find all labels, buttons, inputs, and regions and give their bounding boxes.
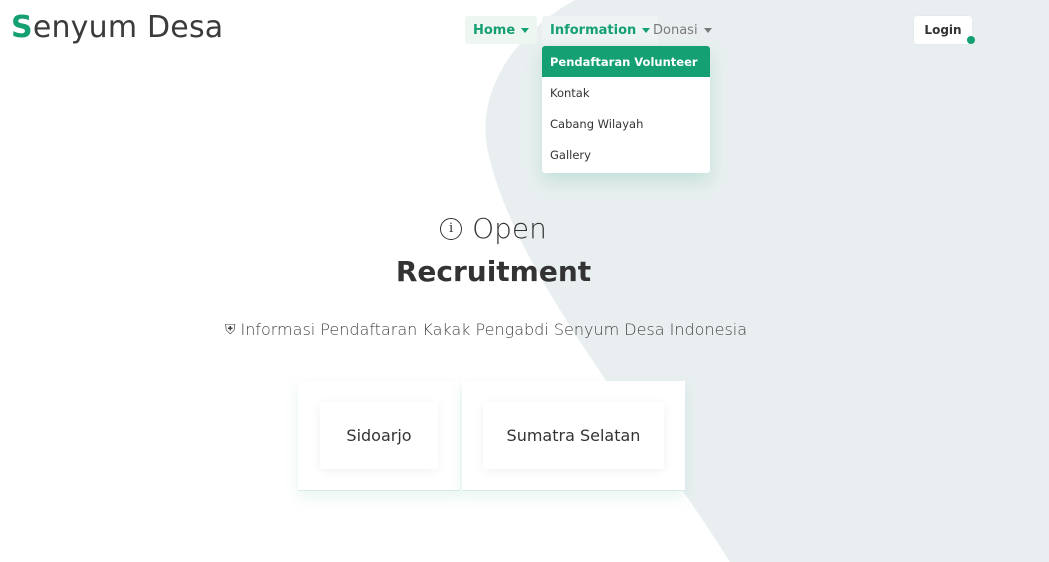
hero-subtitle-text: Informasi Pendaftaran Kakak Pengabdi Sen…	[240, 320, 748, 339]
brand-logo[interactable]: Senyum Desa	[11, 10, 223, 45]
status-dot	[967, 36, 975, 44]
region-button-sumatra-selatan[interactable]: Sumatra Selatan	[483, 402, 664, 469]
nav-information[interactable]: Information	[542, 16, 659, 44]
hero-open-text: Open	[472, 212, 547, 245]
region-card-sidoarjo: Sidoarjo	[298, 381, 460, 491]
info-circle-icon: i	[440, 217, 463, 240]
caret-down-icon	[703, 27, 712, 33]
dropdown-item-cabang-wilayah[interactable]: Cabang Wilayah	[542, 108, 710, 139]
nav-information-label: Information	[550, 22, 637, 38]
information-dropdown-menu: Pendaftaran Volunteer Kontak Cabang Wila…	[542, 46, 710, 173]
nav-donasi[interactable]: Donasi	[645, 16, 720, 44]
region-card-sumatra-selatan: Sumatra Selatan	[462, 381, 685, 491]
hero-title-line1: i Open	[0, 212, 987, 245]
dropdown-item-gallery[interactable]: Gallery	[542, 139, 710, 170]
nav-donasi-label: Donasi	[653, 22, 698, 38]
login-label: Login	[924, 23, 962, 37]
dropdown-item-pendaftaran-volunteer[interactable]: Pendaftaran Volunteer	[542, 46, 710, 77]
nav-home[interactable]: Home	[465, 16, 538, 44]
brand-name: enyum Desa	[32, 10, 224, 45]
login-button[interactable]: Login	[914, 16, 975, 44]
dropdown-item-kontak[interactable]: Kontak	[542, 77, 710, 108]
megaphone-icon: ⛨	[224, 321, 236, 338]
brand-accent-letter: S	[11, 10, 33, 45]
caret-down-icon	[521, 27, 530, 33]
hero-title-line2: Recruitment	[395, 255, 592, 288]
nav-home-label: Home	[473, 22, 516, 38]
hero-subtitle: ⛨ Informasi Pendaftaran Kakak Pengabdi S…	[0, 320, 972, 339]
region-button-sidoarjo[interactable]: Sidoarjo	[320, 402, 438, 469]
